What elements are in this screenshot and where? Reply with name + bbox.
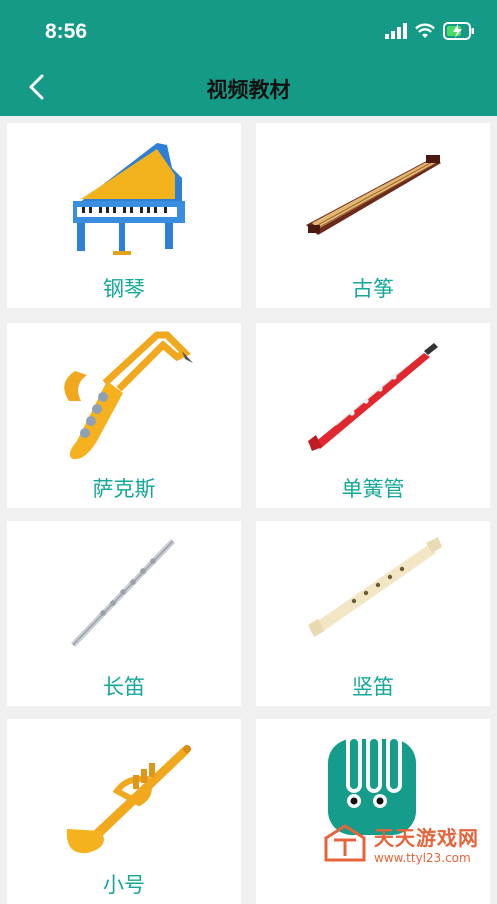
instrument-label: 钢琴 bbox=[103, 277, 145, 301]
top-bar: 8:56 视频教材 bbox=[0, 0, 497, 116]
instrument-grid: 钢琴 古筝 萨克斯 单簧管 长笛 竖笛 小号 bbox=[0, 116, 497, 904]
saxophone-icon bbox=[64, 331, 193, 460]
signal-icon bbox=[385, 23, 407, 39]
watermark-title: 天天游戏网 bbox=[374, 826, 479, 850]
wifi-icon bbox=[415, 23, 435, 38]
instrument-card-piano[interactable]: 钢琴 bbox=[7, 123, 241, 308]
instrument-card-trumpet[interactable]: 小号 bbox=[7, 719, 241, 904]
instrument-card-flute[interactable]: 长笛 bbox=[7, 521, 241, 706]
instrument-card-guzheng[interactable]: 古筝 bbox=[256, 123, 490, 308]
instrument-label: 单簧管 bbox=[341, 477, 405, 501]
watermark-url: www.ttyl23.com bbox=[374, 851, 471, 865]
recorder-icon bbox=[308, 537, 442, 637]
instrument-card-music[interactable] bbox=[256, 719, 490, 904]
guzheng-icon bbox=[306, 155, 441, 235]
instrument-card-saxophone[interactable]: 萨克斯 bbox=[7, 323, 241, 508]
instrument-label: 长笛 bbox=[103, 675, 145, 699]
page-title: 视频教材 bbox=[206, 78, 291, 102]
trumpet-icon bbox=[66, 745, 191, 854]
clarinet-icon bbox=[308, 343, 438, 451]
piano-icon bbox=[73, 143, 185, 255]
flute-icon bbox=[71, 539, 175, 647]
watermark-logo-icon bbox=[324, 823, 366, 861]
status-icons bbox=[385, 22, 475, 40]
watermark: 天天游戏网 www.ttyl23.com bbox=[322, 822, 479, 865]
instrument-label: 竖笛 bbox=[352, 675, 394, 699]
battery-charging-icon bbox=[443, 22, 474, 40]
instrument-label: 萨克斯 bbox=[92, 477, 156, 501]
status-time: 8:56 bbox=[45, 20, 88, 43]
instrument-card-clarinet[interactable]: 单簧管 bbox=[256, 323, 490, 508]
instrument-card-recorder[interactable]: 竖笛 bbox=[256, 521, 490, 706]
instrument-label: 古筝 bbox=[352, 277, 394, 301]
instrument-label: 小号 bbox=[103, 873, 145, 897]
